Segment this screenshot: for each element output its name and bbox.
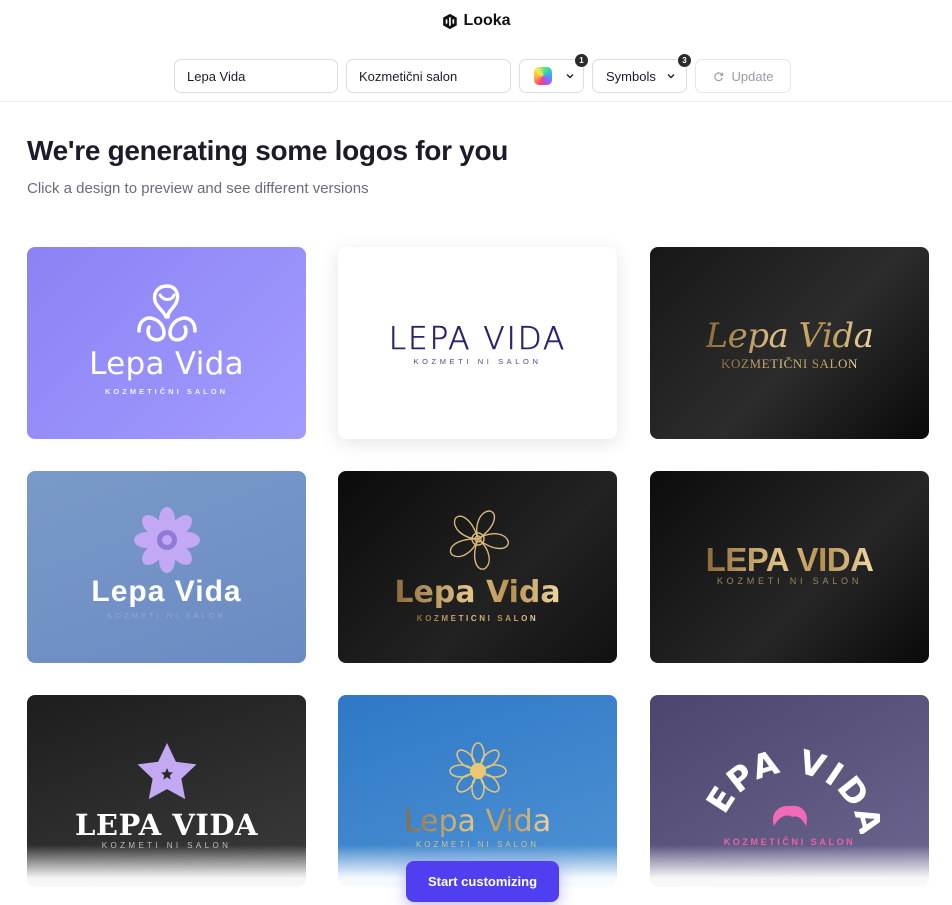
- company-name-input[interactable]: [187, 68, 325, 84]
- logo-tagline: KOZMETI NI SALON: [413, 357, 542, 367]
- gold-lotus-icon: [448, 742, 507, 800]
- color-dropdown[interactable]: 1: [519, 54, 588, 93]
- refresh-icon: [713, 71, 723, 81]
- logo-card[interactable]: LEPA VIDA KOZMETI NI SALON: [650, 471, 929, 663]
- logo-name: Lepa Vida: [394, 574, 561, 610]
- hands-leaf-icon: [136, 284, 197, 342]
- lotus-mandala-icon: [133, 506, 200, 573]
- chevron-down-icon: [566, 74, 574, 79]
- logo-name: LEPA VIDA: [74, 807, 258, 842]
- logo-card[interactable]: LEPA VIDA KOZMETI NI SALON: [338, 247, 617, 439]
- company-name-field[interactable]: [174, 59, 338, 93]
- arched-wordmark: LEPA VIDA: [700, 742, 880, 834]
- industry-field[interactable]: [346, 59, 511, 93]
- color-swatch-icon: [534, 67, 552, 85]
- symbols-label: Symbols: [606, 68, 656, 84]
- symbols-dropdown[interactable]: Symbols 3: [592, 54, 691, 93]
- logo-card[interactable]: Lepa Vida KOZMETIČNI SALON: [27, 247, 306, 439]
- star-flower-icon: [137, 742, 196, 799]
- logo-tagline: KOZMETIČNI SALON: [416, 613, 539, 623]
- logo-name: LEPA VIDA: [705, 540, 874, 578]
- looka-mark-icon: [443, 13, 457, 29]
- logo-name: Lepa Vida: [403, 804, 552, 839]
- top-bar: Looka 1 Symbols 3 Update: [0, 0, 952, 102]
- page-title: We're generating some logos for you: [27, 135, 509, 166]
- logo-tagline: KOZMETIČNI SALON: [105, 386, 228, 396]
- logo-tagline: KOZMETIČNI SALON: [720, 355, 859, 371]
- logo-name: LEPA VIDA: [388, 321, 567, 358]
- industry-input[interactable]: [359, 68, 498, 84]
- chevron-down-icon: [667, 74, 675, 79]
- logo-name: Lepa Vida: [91, 574, 242, 608]
- update-button[interactable]: Update: [695, 59, 791, 93]
- logo-name: LEPA VIDA: [700, 742, 880, 834]
- symbols-count-badge: 3: [678, 54, 691, 67]
- brand-logo[interactable]: Looka: [441, 12, 511, 30]
- logo-card[interactable]: Lepa Vida KOZMETI NI SALON: [27, 471, 306, 663]
- brand-name: Looka: [463, 12, 511, 29]
- svg-text:LEPA VIDA: LEPA VIDA: [700, 742, 880, 834]
- update-label: Update: [731, 68, 774, 84]
- color-count-badge: 1: [575, 54, 588, 67]
- start-customizing-button[interactable]: Start customizing: [406, 861, 559, 902]
- logo-tagline: KOZMETI NI SALON: [107, 610, 226, 620]
- logo-name: Lepa Vida: [705, 315, 874, 356]
- logo-tagline: KOZMETI NI SALON: [716, 575, 863, 586]
- logo-card[interactable]: Lepa Vida KOZMETIČNI SALON: [650, 247, 929, 439]
- logo-name: Lepa Vida: [89, 345, 244, 382]
- flower-outline-icon: [449, 509, 509, 570]
- page-subtitle: Click a design to preview and see differ…: [27, 180, 369, 197]
- hair-icon: [772, 805, 807, 826]
- logo-card[interactable]: Lepa Vida KOZMETIČNI SALON: [338, 471, 617, 663]
